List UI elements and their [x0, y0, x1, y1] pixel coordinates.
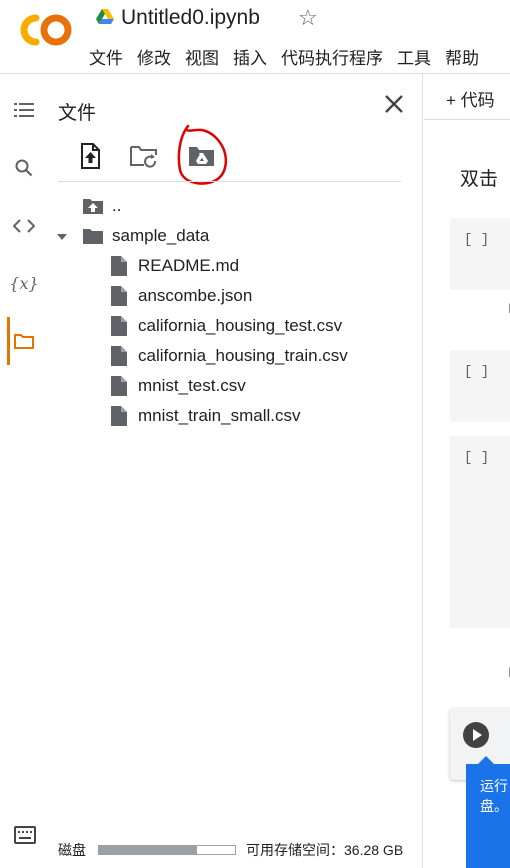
disk-usage: 磁盘 可用存储空间：36.28 GB [58, 840, 403, 860]
notebook-title[interactable]: Untitled0.ipynb [121, 6, 260, 30]
run-cell-button[interactable] [463, 722, 489, 748]
star-icon[interactable]: ☆ [298, 5, 318, 31]
terminal-icon[interactable] [14, 826, 36, 844]
drive-icon [96, 9, 114, 24]
tree-row-file[interactable]: california_housing_test.csv [108, 312, 342, 340]
disk-available: 可用存储空间：36.28 GB [246, 842, 404, 858]
file-icon [108, 375, 130, 397]
notebook-toolbar: + 代码 [424, 74, 510, 120]
upload-file-icon[interactable] [76, 142, 104, 170]
folder-icon [82, 225, 104, 247]
chevron-down-icon[interactable] [56, 231, 68, 243]
file-icon [108, 345, 130, 367]
code-snippets-button[interactable] [0, 202, 48, 250]
search-button[interactable] [0, 144, 48, 192]
menu-tools[interactable]: 工具 [397, 44, 431, 69]
tooltip-line: 盘。 [480, 798, 508, 814]
tree-row-label: README.md [138, 256, 240, 275]
app-header: Untitled0.ipynb ☆ 文件 修改 视图 插入 代码执行程序 工具 … [0, 0, 510, 74]
tree-row-sample-data[interactable]: sample_data [82, 222, 209, 250]
close-icon[interactable] [382, 92, 406, 116]
menu-file[interactable]: 文件 [89, 44, 123, 69]
list-icon [14, 103, 34, 117]
red-annotation-circle [177, 124, 228, 185]
cell-run-bracket[interactable]: [ ] [464, 232, 489, 248]
menu-view[interactable]: 视图 [185, 44, 219, 69]
panel-title: 文件 [58, 103, 97, 124]
cell-run-bracket[interactable]: [ ] [464, 450, 489, 466]
cell-run-bracket[interactable]: [ ] [464, 364, 489, 380]
search-icon [15, 159, 33, 177]
tree-row-label: california_housing_train.csv [138, 346, 348, 365]
folder-icon [14, 334, 34, 349]
code-icon [13, 219, 35, 233]
files-button[interactable] [0, 317, 48, 365]
file-icon [108, 315, 130, 337]
tooltip-line: 运行 [480, 778, 508, 794]
file-icon [108, 285, 130, 307]
menu-bar: 文件 修改 视图 插入 代码执行程序 工具 帮助 [89, 44, 479, 69]
tree-row-file[interactable]: california_housing_train.csv [108, 342, 348, 370]
disk-usage-bar [98, 845, 236, 855]
refresh-folder-icon[interactable] [130, 142, 158, 170]
toc-button[interactable] [0, 86, 48, 134]
code-cell[interactable]: [ ] [450, 350, 510, 422]
tree-row-file[interactable]: mnist_test.csv [108, 372, 246, 400]
folder-up-icon [82, 195, 104, 217]
toolbar-divider [58, 181, 401, 182]
tree-row-file[interactable]: anscombe.json [108, 282, 252, 310]
menu-insert[interactable]: 插入 [233, 44, 267, 69]
tree-row-label: mnist_train_small.csv [138, 406, 301, 425]
menu-runtime[interactable]: 代码执行程序 [281, 44, 383, 69]
tree-row-file[interactable]: mnist_train_small.csv [108, 402, 301, 430]
disk-label: 磁盘 [58, 842, 86, 858]
notebook-area: + 代码 双击 [ ] I [ ] [ ] I 运行 盘。 [424, 74, 510, 868]
colab-logo[interactable] [14, 10, 72, 50]
disk-usage-fill [99, 846, 197, 854]
add-code-button[interactable]: + 代码 [446, 86, 495, 111]
variables-button[interactable]: {x} [0, 259, 48, 307]
file-icon [108, 255, 130, 277]
menu-edit[interactable]: 修改 [137, 44, 171, 69]
tree-row-file[interactable]: README.md [108, 252, 239, 280]
tree-row-label: .. [112, 196, 122, 215]
notebook-intro-text: 双击 [460, 169, 499, 190]
code-cell[interactable]: [ ] [450, 218, 510, 290]
variables-icon: {x} [9, 273, 39, 293]
file-icon [108, 405, 130, 427]
files-panel: 文件 .. sample_data README.md anscombe.jso… [48, 74, 423, 868]
tree-row-parent[interactable]: .. [82, 192, 121, 220]
tree-row-label: california_housing_test.csv [138, 316, 343, 335]
code-cell[interactable]: [ ] [450, 436, 510, 628]
tree-row-label: sample_data [112, 226, 210, 245]
tree-row-label: anscombe.json [138, 286, 253, 305]
run-tooltip: 运行 盘。 [466, 756, 510, 868]
menu-help[interactable]: 帮助 [445, 44, 479, 69]
left-rail: {x} [0, 74, 48, 868]
tree-row-label: mnist_test.csv [138, 376, 246, 395]
